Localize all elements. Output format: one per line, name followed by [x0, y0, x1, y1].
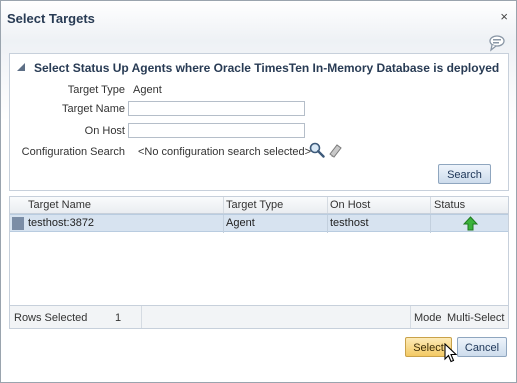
targets-table: Target Name Target Type On Host Status t…	[9, 196, 509, 329]
column-header-target-type[interactable]: Target Type	[226, 199, 283, 211]
cell-target-type: Agent	[226, 217, 255, 229]
table-row[interactable]: testhost:3872 Agent testhost	[10, 214, 508, 233]
search-button[interactable]: Search	[438, 164, 491, 184]
search-panel-header[interactable]: Select Status Up Agents where Oracle Tim…	[10, 54, 508, 80]
row-selector[interactable]	[12, 217, 24, 230]
mouse-cursor-icon	[444, 343, 458, 363]
column-header-status[interactable]: Status	[434, 199, 465, 211]
clear-eraser-icon[interactable]	[327, 142, 343, 158]
config-search-value: <No configuration search selected>	[138, 146, 312, 158]
disclosure-triangle-icon[interactable]	[16, 62, 26, 72]
column-divider[interactable]	[223, 197, 224, 213]
mode-label: Mode	[414, 312, 442, 324]
config-search-label: Configuration Search	[21, 146, 125, 158]
target-name-label: Target Name	[62, 103, 125, 115]
target-type-label: Target Type	[67, 84, 125, 96]
footer-divider	[410, 306, 411, 328]
cell-on-host: testhost	[330, 217, 369, 229]
search-panel-title: Select Status Up Agents where Oracle Tim…	[34, 61, 500, 75]
select-targets-dialog: Select Targets × Select Status Up Agents…	[0, 0, 517, 383]
mode-value: Multi-Select	[447, 312, 505, 324]
target-type-value: Agent	[133, 84, 162, 96]
help-icon[interactable]	[488, 34, 506, 52]
status-up-arrow-icon	[463, 216, 478, 231]
on-host-label: On Host	[84, 125, 125, 137]
footer-divider	[141, 306, 142, 328]
on-host-input[interactable]	[128, 123, 305, 138]
cell-target-name: testhost:3872	[28, 217, 95, 229]
column-divider[interactable]	[327, 197, 328, 213]
target-name-input[interactable]	[128, 101, 305, 116]
column-header-target-name[interactable]: Target Name	[28, 199, 91, 211]
table-header: Target Name Target Type On Host Status	[10, 197, 508, 214]
cell-divider	[430, 215, 431, 233]
cancel-button[interactable]: Cancel	[457, 337, 507, 357]
cell-divider	[223, 215, 224, 233]
search-panel: Select Status Up Agents where Oracle Tim…	[9, 53, 509, 191]
dialog-title: Select Targets	[7, 11, 95, 26]
table-footer: Rows Selected 1 Mode Multi-Select	[10, 305, 508, 328]
cell-divider	[327, 215, 328, 233]
rows-selected-label: Rows Selected	[14, 312, 88, 324]
column-divider[interactable]	[430, 197, 431, 213]
search-magnifier-icon[interactable]	[309, 142, 325, 158]
column-header-on-host[interactable]: On Host	[330, 199, 370, 211]
close-icon[interactable]: ×	[500, 10, 508, 23]
rows-selected-count: 1	[115, 312, 122, 324]
